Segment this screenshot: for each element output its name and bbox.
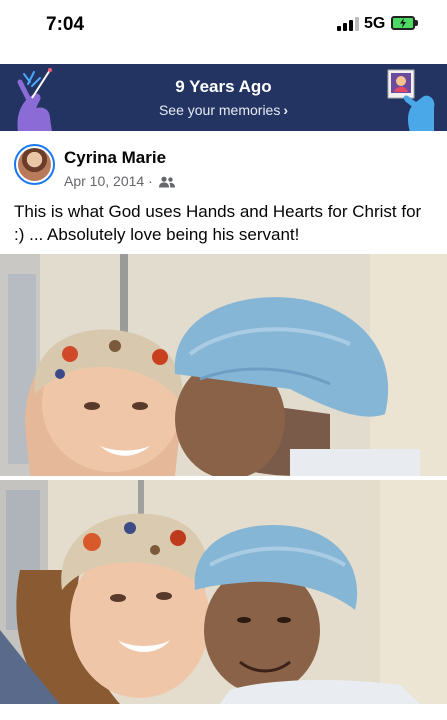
memories-title: 9 Years Ago bbox=[175, 77, 272, 96]
post-meta: Apr 10, 2014 · bbox=[64, 173, 175, 189]
photo-kiss-image bbox=[0, 254, 447, 476]
photo-kiss[interactable] bbox=[0, 254, 447, 476]
battery-icon bbox=[391, 16, 415, 30]
battery-cap bbox=[415, 20, 418, 26]
author-name[interactable]: Cyrina Marie bbox=[64, 148, 166, 168]
meta-separator: · bbox=[148, 173, 153, 189]
avatar[interactable] bbox=[14, 144, 55, 185]
chevron-right-icon: › bbox=[283, 102, 289, 118]
avatar-image bbox=[18, 148, 51, 181]
signal-icon bbox=[337, 17, 359, 31]
status-time: 7:04 bbox=[46, 14, 85, 35]
hand-photo-illustration bbox=[387, 69, 435, 131]
status-bar: 7:04 5G bbox=[0, 0, 447, 50]
post-date[interactable]: Apr 10, 2014 bbox=[64, 173, 144, 189]
memories-banner[interactable]: 9 Years Ago See your memories › bbox=[0, 64, 447, 131]
see-memories-link[interactable]: See your memories › bbox=[0, 102, 447, 118]
see-memories-label: See your memories bbox=[158, 102, 281, 118]
post-header: Cyrina Marie Apr 10, 2014 · bbox=[0, 131, 447, 193]
photo-smile[interactable] bbox=[0, 480, 447, 704]
post-text: This is what God uses Hands and Hearts f… bbox=[14, 202, 422, 244]
photo-smile-image bbox=[0, 480, 447, 704]
network-label: 5G bbox=[364, 15, 386, 32]
bottom-strip bbox=[0, 704, 447, 720]
friends-icon bbox=[158, 176, 175, 188]
